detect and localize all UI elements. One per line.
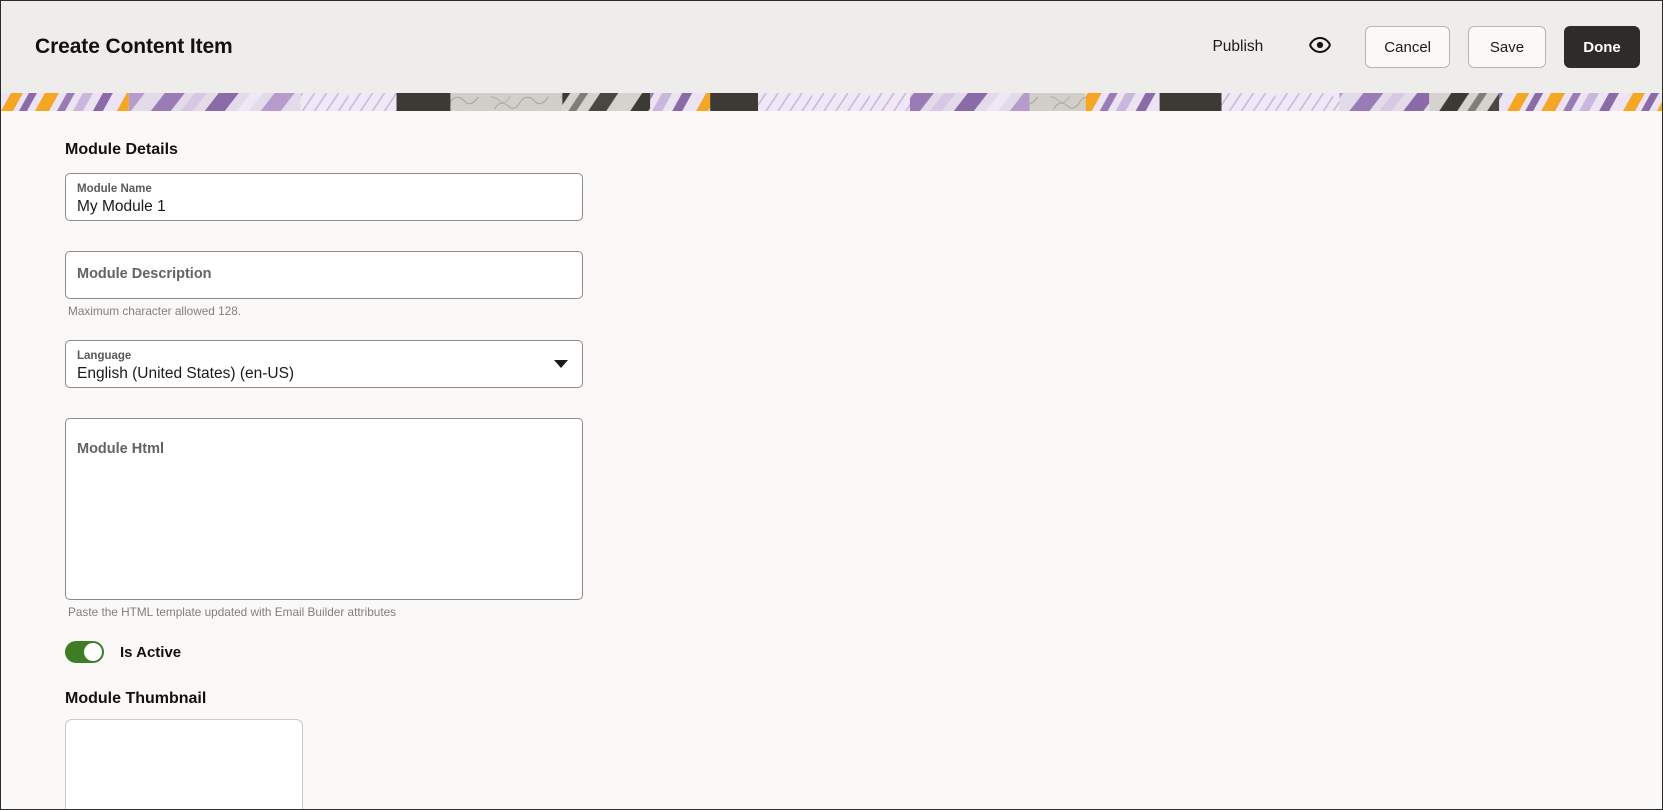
toggle-knob	[84, 643, 102, 661]
is-active-toggle[interactable]	[65, 641, 104, 663]
create-content-item-page: Create Content Item Publish Cancel Save …	[0, 0, 1663, 810]
cancel-button[interactable]: Cancel	[1365, 26, 1450, 68]
module-thumbnail-dropzone[interactable]	[65, 719, 303, 809]
chevron-down-icon[interactable]	[554, 360, 568, 368]
banner-pattern	[1, 93, 1662, 111]
language-selected-value: English (United States) (en-US)	[77, 365, 295, 382]
done-button[interactable]: Done	[1564, 26, 1640, 68]
publish-button[interactable]: Publish	[1202, 32, 1273, 62]
preview-button[interactable]	[1303, 30, 1337, 64]
form-content: Module Details Module Name My Module 1 M…	[1, 111, 1662, 809]
module-html-input[interactable]: Module Html	[77, 439, 568, 459]
is-active-label: Is Active	[120, 643, 182, 661]
module-details-heading: Module Details	[65, 141, 178, 158]
language-label: Language	[77, 350, 132, 362]
page-header: Create Content Item Publish Cancel Save …	[1, 1, 1662, 93]
decorative-banner	[1, 93, 1662, 111]
page-title: Create Content Item	[35, 35, 233, 58]
module-description-helper: Maximum character allowed 128.	[68, 304, 242, 318]
header-actions: Publish Cancel Save Done	[1202, 26, 1640, 68]
module-html-field[interactable]: Module Html	[65, 418, 583, 600]
module-thumbnail-heading: Module Thumbnail	[65, 690, 207, 707]
eye-icon	[1309, 36, 1332, 58]
module-html-helper: Paste the HTML template updated with Ema…	[68, 605, 397, 619]
save-button[interactable]: Save	[1468, 26, 1546, 68]
is-active-row: Is Active	[65, 641, 1662, 663]
module-name-input[interactable]: My Module 1	[77, 197, 568, 216]
module-name-field[interactable]: Module Name My Module 1	[65, 173, 583, 221]
module-name-label: Module Name	[77, 183, 152, 195]
language-select[interactable]: Language English (United States) (en-US)	[65, 340, 583, 388]
module-description-input[interactable]: Module Description	[77, 264, 568, 284]
module-description-field[interactable]: Module Description	[65, 251, 583, 299]
